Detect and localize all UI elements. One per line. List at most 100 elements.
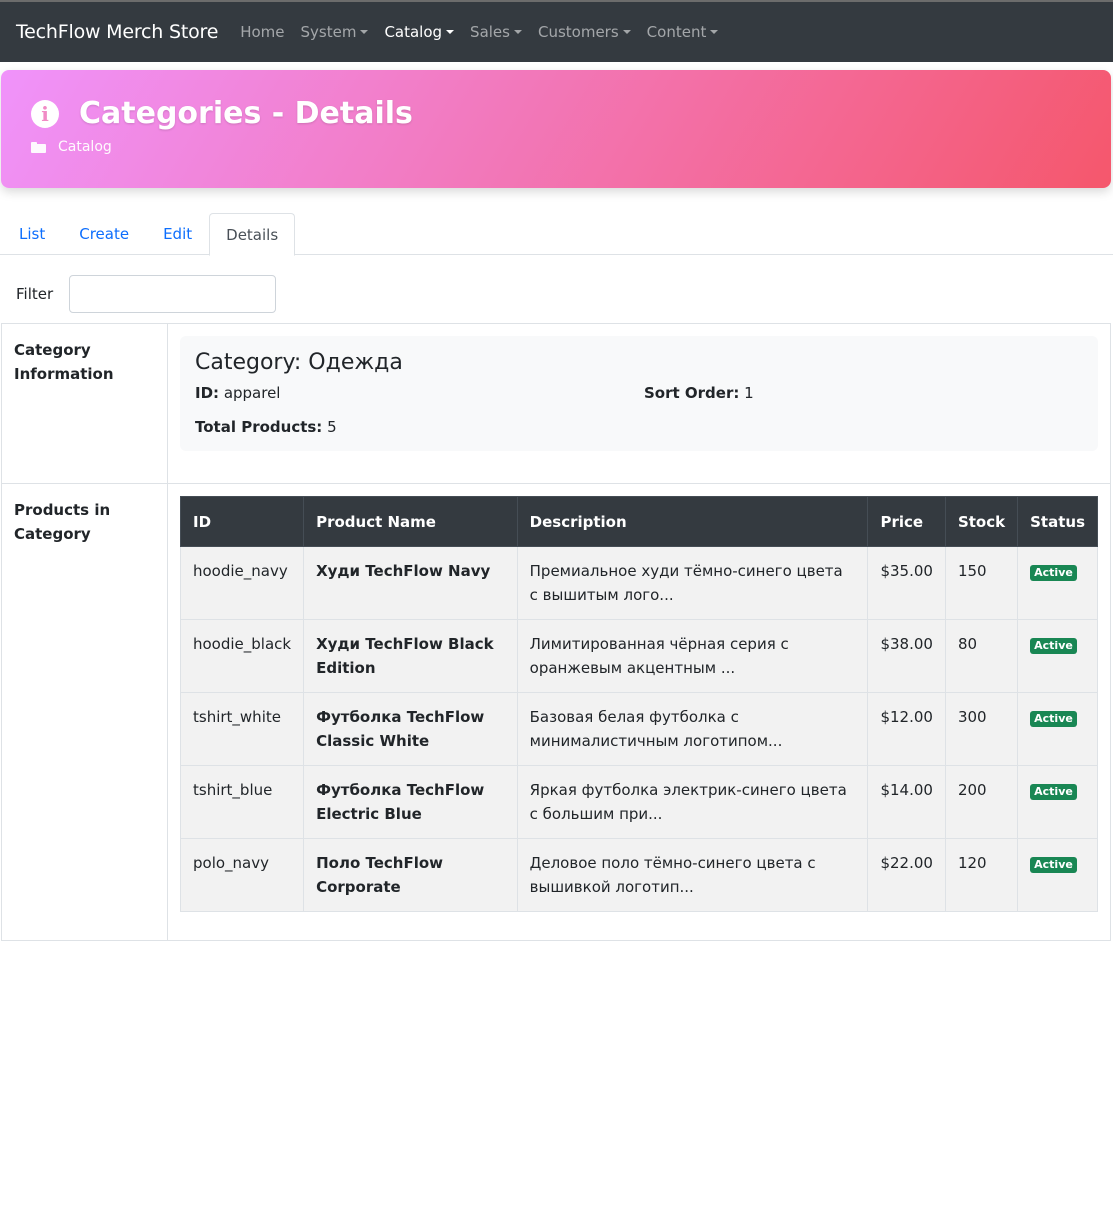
- nav-sales-dropdown[interactable]: Sales: [470, 23, 522, 41]
- products-label: Products in Category: [1, 483, 168, 941]
- status-badge: Active: [1030, 711, 1077, 727]
- product-name: Поло TechFlow Corporate: [303, 838, 518, 912]
- product-description: Деловое поло тёмно-синего цвета с вышивк…: [516, 838, 869, 912]
- table-row[interactable]: tshirt_blue Футболка TechFlow Electric B…: [179, 765, 1098, 839]
- product-description: Яркая футболка электрик-синего цвета с б…: [516, 765, 869, 839]
- tab-list[interactable]: List: [2, 213, 62, 255]
- caret-down-icon: [710, 30, 719, 34]
- nav-sales-label: Sales: [470, 23, 510, 41]
- nav-home-label: Home: [240, 23, 285, 41]
- brand-link[interactable]: TechFlow Merch Store: [16, 21, 218, 43]
- total-products-value: 5: [327, 418, 337, 436]
- category-info-cell: Category: Одежда ID: apparel Sort Order:…: [167, 323, 1111, 484]
- filter-row: Filter: [0, 255, 1113, 323]
- sort-order-value: 1: [744, 384, 754, 402]
- tab-create[interactable]: Create: [62, 213, 146, 255]
- product-status: Active: [1017, 765, 1098, 839]
- nav-system-label: System: [300, 23, 357, 41]
- caret-down-icon: [622, 30, 631, 34]
- nav-content-dropdown[interactable]: Content: [647, 23, 719, 41]
- column-header[interactable]: Description: [516, 496, 869, 547]
- product-name: Футболка TechFlow Electric Blue: [303, 765, 518, 839]
- page-title-row: i Categories - Details: [31, 96, 1111, 131]
- column-header[interactable]: ID: [179, 496, 305, 547]
- nav-home[interactable]: Home: [240, 23, 284, 41]
- product-id: hoodie_navy: [179, 546, 305, 620]
- product-stock: 120: [944, 838, 1019, 912]
- product-stock: 150: [944, 546, 1019, 620]
- status-badge: Active: [1030, 565, 1077, 581]
- product-price: $14.00: [867, 765, 946, 839]
- category-total-products: Total Products: 5: [195, 417, 644, 437]
- product-name: Футболка TechFlow Classic White: [303, 692, 518, 766]
- details-table: Category Information Category: Одежда ID…: [1, 323, 1111, 941]
- category-id-value: apparel: [223, 384, 281, 402]
- table-row[interactable]: tshirt_white Футболка TechFlow Classic W…: [179, 692, 1098, 766]
- product-stock: 200: [944, 765, 1019, 839]
- nav-catalog-dropdown[interactable]: Catalog: [384, 23, 455, 41]
- folder-open-icon: [31, 141, 46, 153]
- tab-edit[interactable]: Edit: [146, 213, 209, 255]
- nav-customers-label: Customers: [537, 23, 619, 41]
- total-products-label: Total Products:: [195, 418, 323, 436]
- product-status: Active: [1017, 546, 1098, 620]
- category-id-label: ID:: [195, 384, 220, 402]
- category-info-row: Category Information Category: Одежда ID…: [1, 323, 1111, 484]
- products-cell: ID Product Name Description Price Stock …: [167, 483, 1111, 941]
- category-info-grid: ID: apparel Sort Order: 1 Total Products…: [195, 383, 1083, 437]
- product-description: Премиальное худи тёмно-синего цвета с вы…: [516, 546, 869, 620]
- category-heading: Category: Одежда: [195, 350, 403, 375]
- breadcrumb-label: Catalog: [58, 139, 112, 155]
- caret-down-icon: [446, 30, 455, 34]
- product-id: hoodie_black: [179, 619, 305, 693]
- nav-catalog-label: Catalog: [384, 23, 443, 41]
- column-header[interactable]: Status: [1017, 496, 1098, 547]
- category-sort-order: Sort Order: 1: [644, 383, 1083, 403]
- category-info-label: Category Information: [1, 323, 168, 484]
- sort-order-label: Sort Order:: [644, 384, 740, 402]
- tab-bar: List Create Edit Details: [0, 213, 1113, 256]
- product-description: Лимитированная чёрная серия с оранжевым …: [516, 619, 869, 693]
- info-circle-icon: i: [31, 99, 59, 128]
- column-header[interactable]: Price: [867, 496, 946, 547]
- caret-down-icon: [513, 30, 522, 34]
- table-row[interactable]: polo_navy Поло TechFlow Corporate Делово…: [179, 838, 1098, 912]
- category-id: ID: apparel: [195, 383, 644, 403]
- product-price: $35.00: [867, 546, 946, 620]
- product-price: $38.00: [867, 619, 946, 693]
- status-badge: Active: [1030, 857, 1077, 873]
- nav-system-dropdown[interactable]: System: [301, 23, 369, 41]
- product-status: Active: [1017, 838, 1098, 912]
- product-stock: 80: [944, 619, 1019, 693]
- filter-label: Filter: [16, 285, 54, 303]
- product-status: Active: [1017, 692, 1098, 766]
- column-header[interactable]: Product Name: [303, 496, 518, 547]
- nav-content-label: Content: [646, 23, 707, 41]
- filter-input[interactable]: [69, 275, 277, 313]
- table-row[interactable]: hoodie_black Худи TechFlow Black Edition…: [179, 619, 1098, 693]
- page-title: Categories - Details: [79, 96, 413, 131]
- top-navbar: TechFlow Merch Store Home System Catalog…: [0, 0, 1113, 62]
- product-description: Базовая белая футболка с минималистичным…: [516, 692, 869, 766]
- column-header[interactable]: Stock: [944, 496, 1019, 547]
- products-table: ID Product Name Description Price Stock …: [179, 496, 1098, 912]
- product-name: Худи TechFlow Navy: [303, 546, 518, 620]
- products-header-row: ID Product Name Description Price Stock …: [179, 496, 1098, 547]
- product-id: tshirt_blue: [179, 765, 305, 839]
- table-row[interactable]: hoodie_navy Худи TechFlow Navy Премиальн…: [179, 546, 1098, 620]
- product-price: $12.00: [867, 692, 946, 766]
- status-badge: Active: [1030, 638, 1077, 654]
- breadcrumb: Catalog: [31, 139, 1111, 155]
- product-stock: 300: [944, 692, 1019, 766]
- status-badge: Active: [1030, 784, 1077, 800]
- product-status: Active: [1017, 619, 1098, 693]
- product-price: $22.00: [867, 838, 946, 912]
- product-id: tshirt_white: [179, 692, 305, 766]
- caret-down-icon: [360, 30, 369, 34]
- page-header: i Categories - Details Catalog: [1, 70, 1111, 188]
- category-info-card: Category: Одежда ID: apparel Sort Order:…: [180, 336, 1098, 451]
- nav-customers-dropdown[interactable]: Customers: [538, 23, 631, 41]
- product-id: polo_navy: [179, 838, 305, 912]
- product-name: Худи TechFlow Black Edition: [303, 619, 518, 693]
- tab-details[interactable]: Details: [209, 213, 296, 256]
